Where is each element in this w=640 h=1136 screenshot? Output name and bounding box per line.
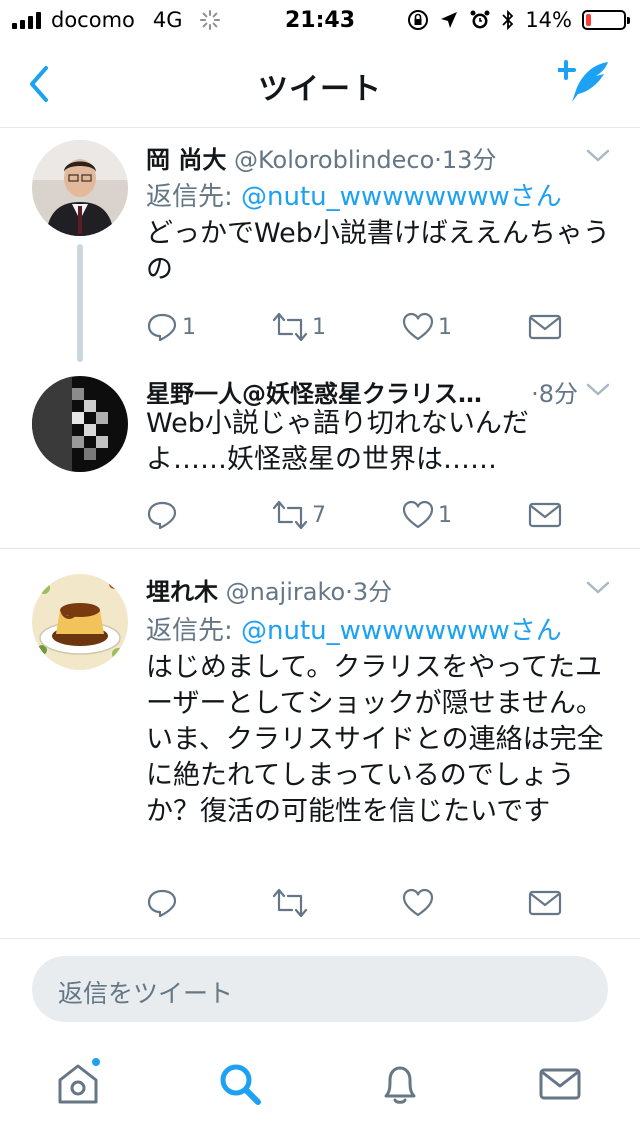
separator-dot: · bbox=[345, 578, 353, 606]
user-name[interactable]: 星野一人@妖怪惑星クラリス… bbox=[146, 380, 482, 408]
orientation-lock-icon bbox=[408, 10, 429, 30]
chevron-down-icon[interactable] bbox=[586, 382, 610, 398]
like-count: 1 bbox=[438, 502, 452, 528]
retweet-count: 1 bbox=[312, 314, 326, 340]
direct-message-button[interactable] bbox=[528, 310, 562, 344]
avatar[interactable] bbox=[32, 376, 128, 472]
retweet-icon bbox=[272, 312, 308, 342]
tweet-3[interactable]: 埋れ木 @najirako·3分 返信先: @nutu_wwwwwwwwさん は… bbox=[0, 562, 640, 938]
compose-tweet-button[interactable] bbox=[556, 58, 614, 108]
reply-to-line: 返信先: @nutu_wwwwwwwwさん bbox=[146, 610, 562, 647]
separator-dot: · bbox=[531, 380, 539, 408]
reply-icon bbox=[147, 501, 177, 530]
tweet-header: 岡 尚大 @Koloroblindeco·13分 bbox=[146, 140, 576, 175]
battery-icon bbox=[582, 10, 630, 30]
tweet-time: 3分 bbox=[352, 578, 393, 606]
status-right: 14% bbox=[407, 8, 630, 32]
retweet-icon bbox=[272, 500, 308, 530]
avatar[interactable] bbox=[32, 574, 128, 670]
tab-messages[interactable] bbox=[530, 1060, 590, 1116]
reply-button[interactable] bbox=[146, 886, 182, 920]
separator-dot: · bbox=[434, 146, 442, 174]
avatar[interactable] bbox=[32, 140, 128, 236]
tweet-time: 8分 bbox=[538, 380, 578, 408]
navigation-bar: ツイート bbox=[0, 40, 640, 128]
tweet-1[interactable]: 岡 尚大 @Koloroblindeco·13分 返信先: @nutu_wwww… bbox=[0, 128, 640, 374]
reply-mention-link[interactable]: @nutu_wwwwwwwwさん bbox=[241, 616, 562, 646]
like-button[interactable]: 1 bbox=[402, 498, 452, 532]
search-icon bbox=[220, 1064, 261, 1105]
divider bbox=[0, 938, 640, 939]
envelope-icon bbox=[528, 314, 562, 340]
reply-icon bbox=[147, 889, 177, 918]
tweet-2[interactable]: 星野一人@妖怪惑星クラリス… ·8分 Web小説じゃ語り切れないんだよ……妖怪惑… bbox=[0, 362, 640, 548]
user-handle[interactable]: @najirako bbox=[226, 578, 346, 606]
tweet-header: 星野一人@妖怪惑星クラリス… bbox=[146, 374, 540, 409]
tab-bar bbox=[0, 1040, 640, 1136]
page-title: ツイート bbox=[258, 72, 382, 107]
heart-icon bbox=[402, 312, 434, 341]
reply-placeholder: 返信をツイート bbox=[58, 979, 234, 1008]
thread-connector bbox=[77, 244, 83, 362]
location-arrow-icon bbox=[441, 12, 458, 28]
reply-icon bbox=[147, 313, 177, 342]
chevron-down-icon[interactable] bbox=[586, 580, 610, 596]
user-name[interactable]: 埋れ木 bbox=[146, 578, 218, 606]
tweet-actions bbox=[146, 886, 586, 920]
battery-percent: 14% bbox=[525, 8, 572, 32]
retweet-button[interactable]: 7 bbox=[272, 498, 326, 532]
user-handle[interactable]: @Koloroblindeco bbox=[234, 146, 434, 174]
user-name[interactable]: 岡 尚大 bbox=[146, 146, 226, 174]
envelope-icon bbox=[528, 502, 562, 528]
reply-mention-link[interactable]: @nutu_wwwwwwwwさん bbox=[241, 182, 562, 212]
retweet-count: 7 bbox=[312, 502, 326, 528]
tab-notifications[interactable] bbox=[370, 1060, 430, 1116]
home-unread-dot bbox=[90, 1056, 102, 1068]
reply-to-label: 返信先: bbox=[146, 616, 233, 646]
direct-message-button[interactable] bbox=[528, 498, 562, 532]
tweet-meta: ·8分 bbox=[531, 374, 578, 409]
reply-button[interactable] bbox=[146, 498, 182, 532]
reply-button[interactable]: 1 bbox=[146, 310, 196, 344]
tweet-time: 13分 bbox=[441, 146, 497, 174]
bluetooth-icon bbox=[502, 9, 514, 31]
heart-icon bbox=[402, 500, 434, 529]
tweet-text: はじめまして。クラリスをやってたユーザーとしてショックが隠せません。いま、クラリ… bbox=[146, 652, 604, 827]
like-button[interactable]: 1 bbox=[402, 310, 452, 344]
alarm-clock-icon bbox=[470, 10, 490, 29]
envelope-icon bbox=[528, 890, 562, 916]
direct-message-button[interactable] bbox=[528, 886, 562, 920]
tab-search[interactable] bbox=[210, 1060, 270, 1116]
retweet-button[interactable] bbox=[272, 886, 312, 920]
like-count: 1 bbox=[438, 314, 452, 340]
reply-count: 1 bbox=[182, 314, 196, 340]
reply-input[interactable]: 返信をツイート bbox=[32, 956, 608, 1022]
tweet-text: どっかでWeb小説書けばええんちゃうの bbox=[146, 218, 610, 285]
compose-tweet-icon bbox=[556, 60, 608, 102]
notifications-icon bbox=[384, 1066, 416, 1104]
tweet-header: 埋れ木 @najirako·3分 bbox=[146, 572, 576, 607]
tweet-actions: 7 1 bbox=[146, 498, 586, 532]
tweet-text: Web小説じゃ語り切れないんだよ……妖怪惑星の世界は…… bbox=[146, 408, 529, 475]
tweet-actions: 1 1 1 bbox=[146, 310, 586, 344]
status-bar: docomo 4G 21:43 14% bbox=[0, 0, 640, 40]
reply-to-line: 返信先: @nutu_wwwwwwwwさん bbox=[146, 176, 562, 213]
retweet-icon bbox=[272, 888, 308, 918]
like-button[interactable] bbox=[402, 886, 438, 920]
reply-to-label: 返信先: bbox=[146, 182, 233, 212]
heart-icon bbox=[402, 888, 434, 917]
chevron-down-icon[interactable] bbox=[586, 148, 610, 164]
tab-home[interactable] bbox=[48, 1056, 108, 1116]
retweet-button[interactable]: 1 bbox=[272, 310, 326, 344]
messages-icon bbox=[539, 1068, 581, 1100]
divider bbox=[0, 548, 640, 549]
